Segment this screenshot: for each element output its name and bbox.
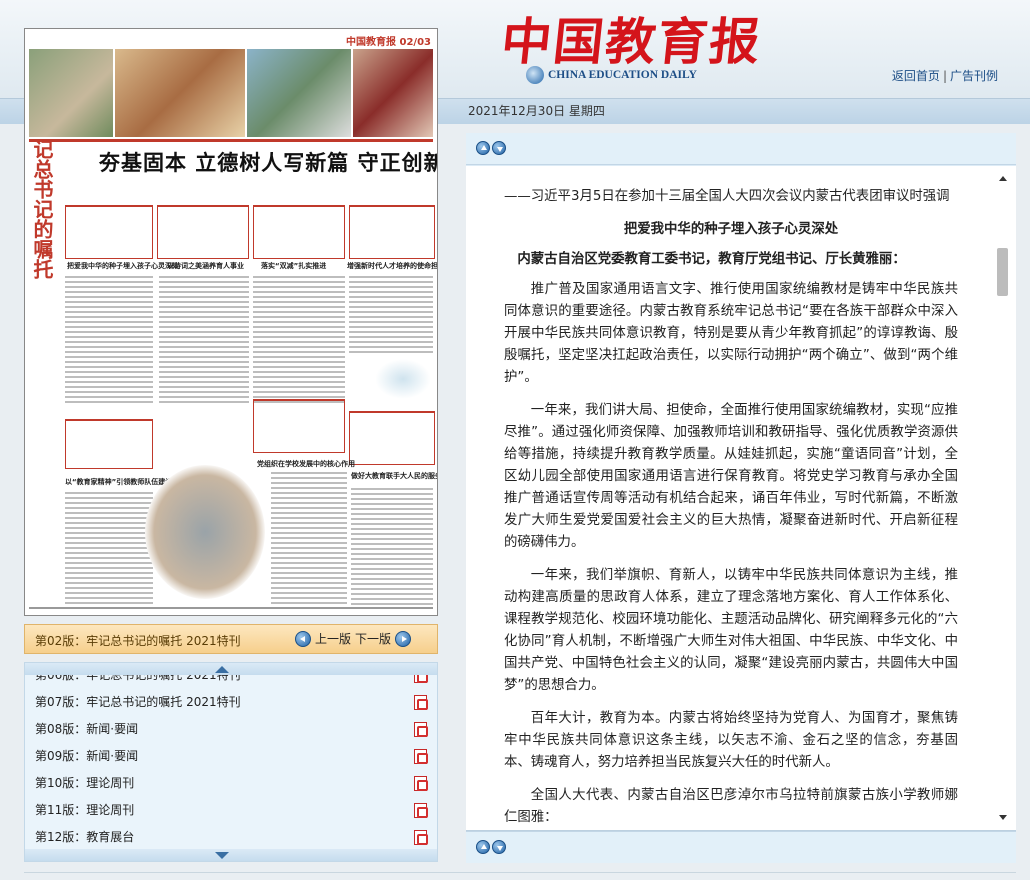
airplane-graphic (375, 359, 431, 399)
speaker-heading: 内蒙古自治区党委教育工委书记，教育厅党组书记、厅长黄雅丽： (517, 252, 906, 267)
edition-item[interactable]: 第09版：新闻·要闻 (25, 743, 437, 770)
triangle-up-icon (215, 666, 229, 673)
article-paragraph: 一年来，我们讲大局、担使命，全面推行使用国家统编教材，实现“应推尽推”。通过强化… (504, 403, 958, 550)
arrow-up-circle-icon[interactable] (476, 840, 490, 854)
edition-label: 第08版：新闻·要闻 (35, 722, 139, 736)
link-separator: | (942, 69, 947, 83)
triangle-down-icon (215, 852, 229, 859)
photo-strip-3 (247, 49, 351, 137)
group-photo (145, 465, 265, 599)
red-rule (29, 139, 433, 142)
page-headline: 夯基固本 立德树人写新篇 守正创新 凝心聚力开新局 (99, 150, 438, 175)
globe-icon (526, 66, 544, 84)
text-column-4 (349, 273, 433, 353)
edition-item[interactable]: 第07版：牢记总书记的嘱托 2021特刊 (25, 689, 437, 716)
top-links: 返回首页 | 广告刊例 (892, 67, 998, 84)
edition-item[interactable]: 第12版：教育展台 (25, 824, 437, 851)
article-box-1 (65, 205, 153, 259)
edition-label: 第09版：新闻·要闻 (35, 749, 139, 763)
text-column-3 (253, 273, 345, 403)
sub-headline-6: 以“教育家精神”引领教师队伍建设 (65, 478, 173, 486)
sub-headline-4: 增强新时代人才培养的使命担当 (347, 262, 438, 270)
logo-english-text: CHINA EDUCATION DAILY (548, 69, 697, 81)
article-scrollbar[interactable] (996, 174, 1010, 822)
sub-headline-5: 党组织在学校发展中的核心作用 (257, 460, 355, 468)
article-toolbar-bottom (466, 831, 1016, 863)
article-paragraph: 推广普及国家通用语言文字、推行使用国家统编教材是铸牢中华民族共同体意识的重要途径… (504, 282, 958, 385)
pdf-icon[interactable] (414, 803, 428, 818)
arrow-down-circle-icon[interactable] (492, 141, 506, 155)
current-edition-label: 第02版：牢记总书记的嘱托 2021特刊 (35, 634, 241, 648)
page-navigator: 第02版：牢记总书记的嘱托 2021特刊 上一版 下一版 (24, 624, 438, 654)
issue-date: 2021年12月30日 星期四 (468, 104, 605, 118)
sub-headline-7: 做好大教育联手大人民的服务 (351, 472, 438, 480)
article-box-3 (253, 205, 345, 259)
pdf-icon[interactable] (414, 776, 428, 791)
article-box-7 (349, 411, 435, 465)
footer-divider (24, 872, 1016, 873)
edition-label: 第12版：教育展台 (35, 830, 135, 844)
scroll-thumb[interactable] (997, 248, 1008, 296)
sub-headline-2: 以诗词之美涵养育人事业 (167, 262, 244, 270)
text-column-6 (271, 469, 347, 609)
edition-label: 第11版：理论周刊 (35, 803, 135, 817)
sub-headline-3: 落实“双减”扎实推进 (261, 262, 327, 270)
text-column-5 (65, 489, 153, 609)
text-column-2 (159, 273, 249, 403)
article-nav-icons (476, 141, 508, 155)
edition-label: 第07版：牢记总书记的嘱托 2021特刊 (35, 695, 241, 709)
list-scroll-up[interactable] (25, 663, 437, 675)
logo-english: CHINA EDUCATION DAILY (526, 66, 697, 84)
bottom-rule (29, 607, 433, 609)
article-box-5 (65, 419, 153, 469)
edition-item[interactable]: 第08版：新闻·要闻 (25, 716, 437, 743)
scroll-down-arrow[interactable] (999, 815, 1007, 820)
pdf-icon[interactable] (414, 830, 428, 845)
page-masthead: 中国教育报 02/03 (346, 37, 431, 48)
pdf-icon[interactable] (414, 749, 428, 764)
next-page-label: 下一版 (355, 632, 392, 646)
article-panel: ——习近平3月5日在参加十三届全国人大四次会议内蒙古代表团审议时强调 把爱我中华… (466, 133, 1016, 863)
edition-item[interactable]: 第11版：理论周刊 (25, 797, 437, 824)
logo-chinese-text: 中国教育报 (498, 12, 765, 71)
edition-item[interactable]: 第10版：理论周刊 (25, 770, 437, 797)
sub-headline-1: 把爱我中华的种子埋入孩子心灵深处 (67, 262, 179, 270)
article-paragraph: 一年来，我们举旗帜、育新人，以铸牢中华民族共同体意识为主线，推动构建高质量的思政… (504, 568, 958, 693)
edition-label: 第10版：理论周刊 (35, 776, 135, 790)
ad-rates-link[interactable]: 广告刊例 (950, 69, 998, 83)
photo-strip-1 (29, 49, 113, 137)
article-paragraph: 百年大计，教育为本。内蒙古将始终坚持为党育人、为国育才，聚焦铸牢中华民族共同体意… (504, 711, 958, 770)
article-body[interactable]: ——习近平3月5日在参加十三届全国人大四次会议内蒙古代表团审议时强调 把爱我中华… (466, 166, 1016, 831)
text-column-7 (351, 485, 433, 609)
photo-strip-4 (353, 49, 433, 137)
arrow-down-circle-icon[interactable] (492, 840, 506, 854)
article-content: ——习近平3月5日在参加十三届全国人大四次会议内蒙古代表团审议时强调 把爱我中华… (504, 186, 958, 826)
article-toolbar-top (466, 133, 1016, 165)
pdf-icon[interactable] (414, 722, 428, 737)
prev-page-label: 上一版 (315, 632, 352, 646)
next-page-button[interactable]: 下一版 (355, 630, 412, 647)
article-box-4 (349, 205, 435, 259)
site-logo[interactable]: 中国教育报 CHINA EDUCATION DAILY (499, 2, 765, 90)
arrow-right-circle-icon (395, 630, 412, 647)
article-box-2 (157, 205, 249, 259)
article-box-6 (253, 399, 345, 453)
arrow-left-circle-icon (295, 630, 311, 647)
scroll-up-arrow[interactable] (999, 176, 1007, 181)
prev-page-button[interactable]: 上一版 (295, 630, 351, 647)
photo-strip-2 (115, 49, 245, 137)
newspaper-page-image[interactable]: 中国教育报 02/03 记总书记的嘱托 夯基固本 立德树人写新篇 守正创新 凝心… (24, 28, 438, 616)
article-title: 把爱我中华的种子埋入孩子心灵深处 (623, 222, 839, 237)
list-scroll-down[interactable] (25, 849, 437, 861)
article-quote: ——习近平3月5日在参加十三届全国人大四次会议内蒙古代表团审议时强调 (504, 189, 950, 204)
edition-list: 第06版：牢记总书记的嘱托 2021特刊 第07版：牢记总书记的嘱托 2021特… (24, 662, 438, 862)
side-title: 记总书记的嘱托 (30, 139, 54, 279)
arrow-up-circle-icon[interactable] (476, 141, 490, 155)
home-link[interactable]: 返回首页 (892, 69, 940, 83)
text-column-1 (65, 273, 153, 403)
article-paragraph: 全国人大代表、内蒙古自治区巴彦淖尔市乌拉特前旗蒙古族小学教师娜仁图雅： (504, 788, 958, 825)
article-nav-icons-bottom (476, 840, 508, 854)
pdf-icon[interactable] (414, 695, 428, 710)
